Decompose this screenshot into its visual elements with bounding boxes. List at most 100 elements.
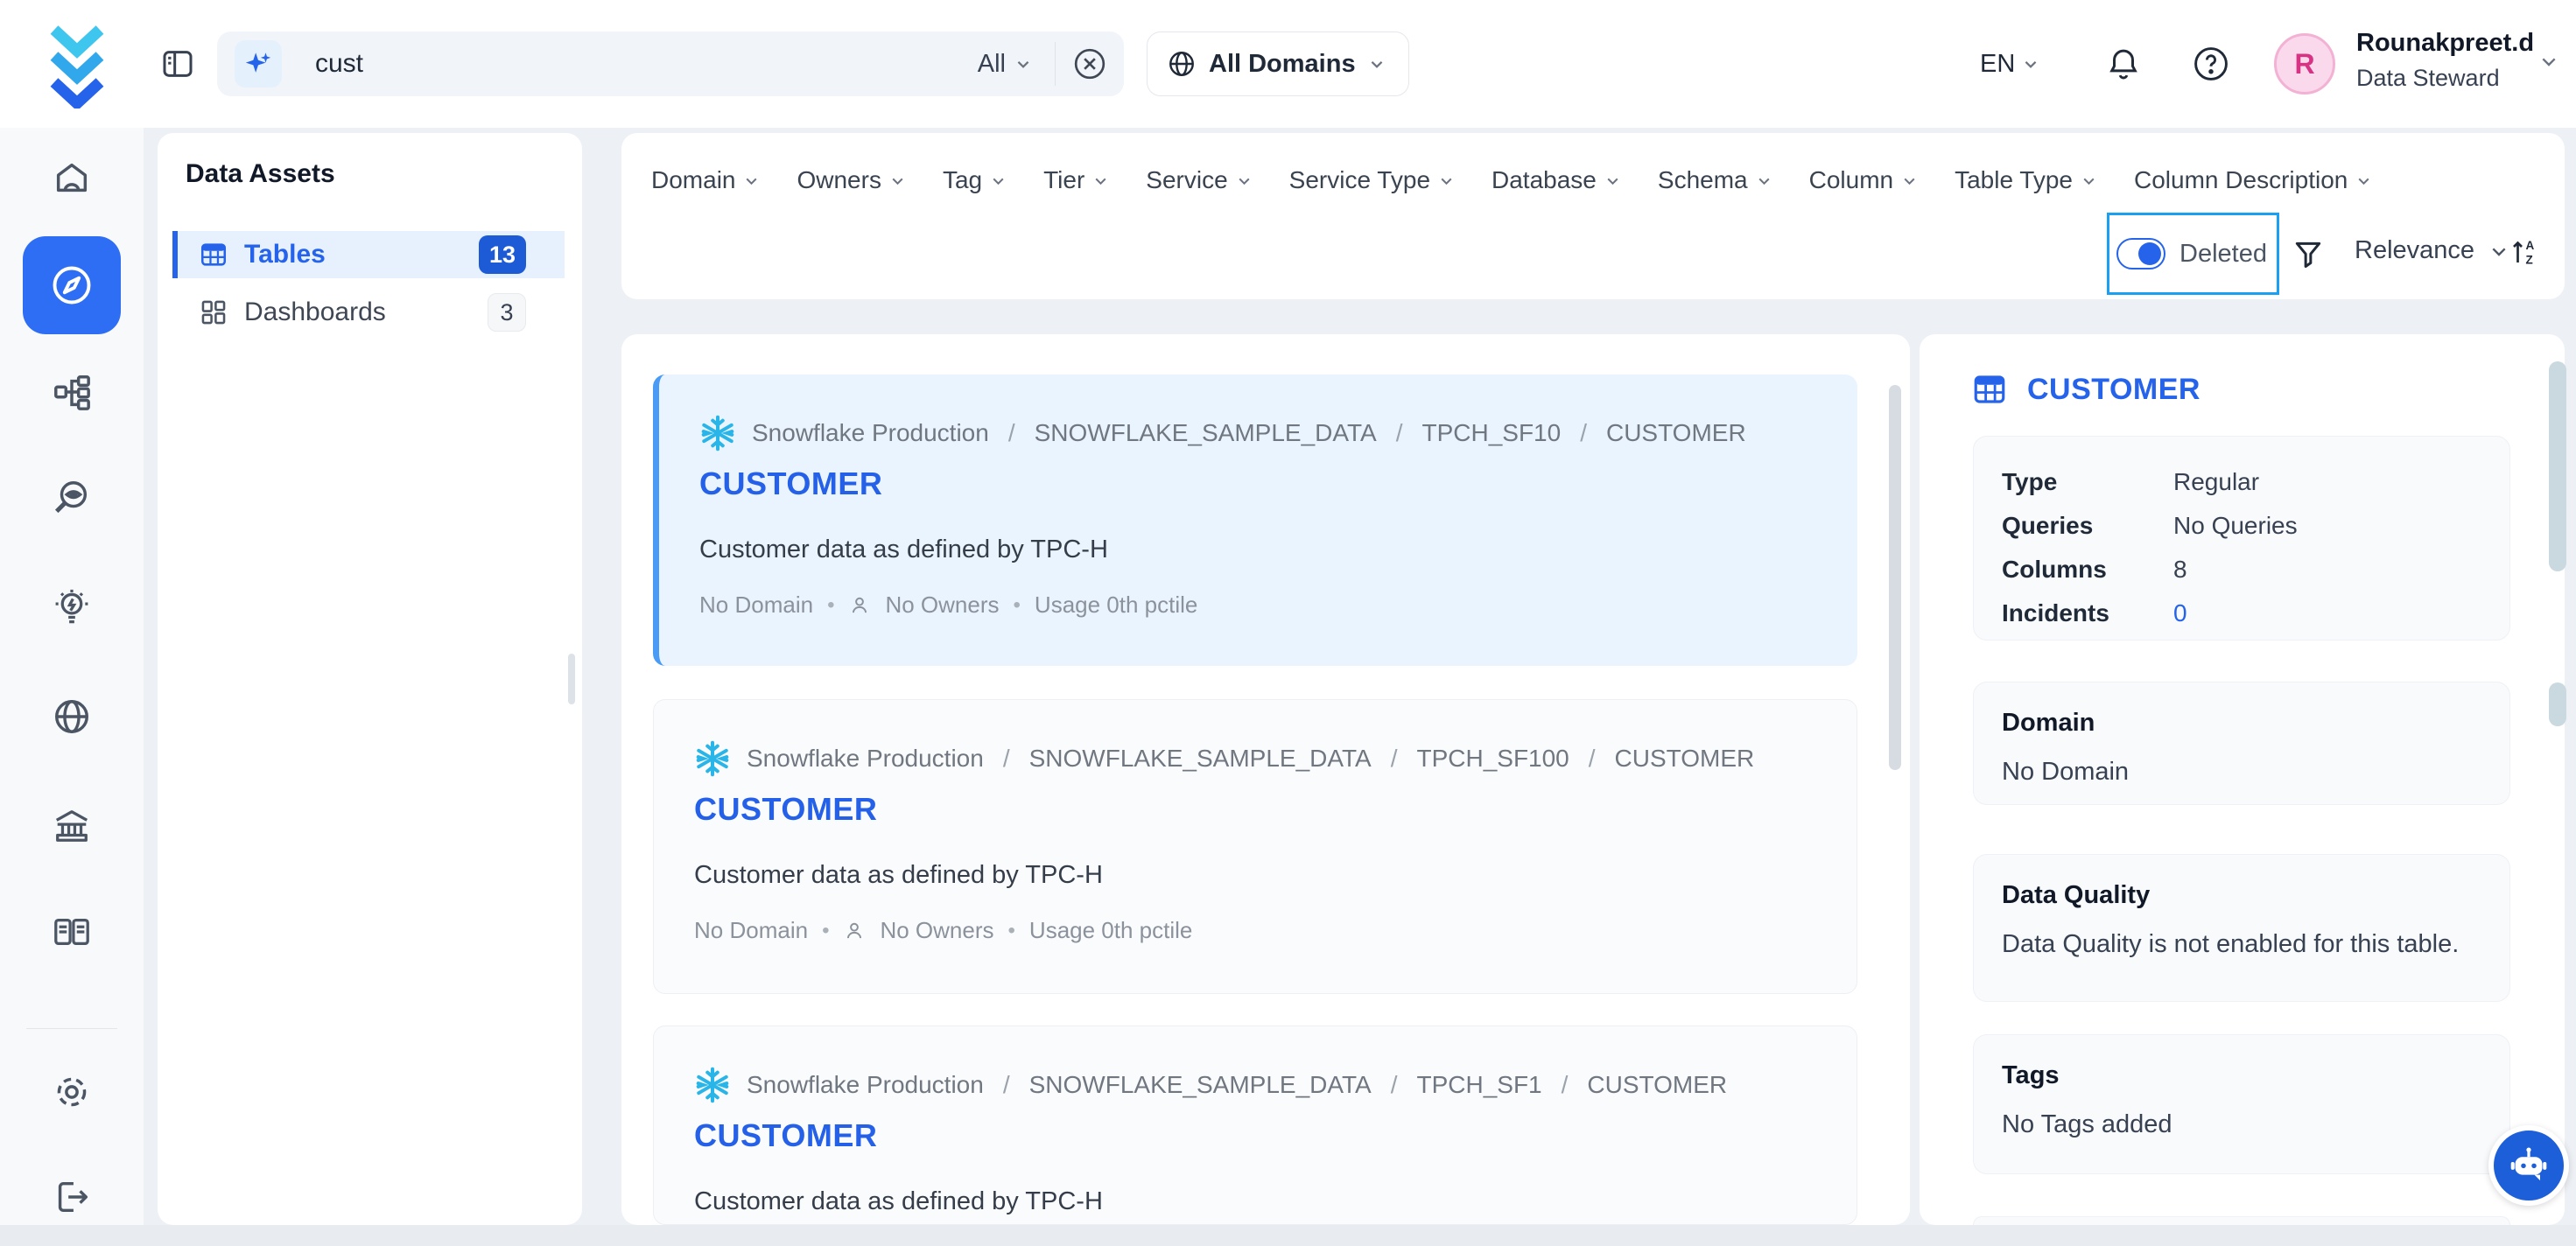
- search-clear-icon[interactable]: [1056, 46, 1124, 81]
- asset-type-dashboards[interactable]: Dashboards 3: [172, 289, 565, 336]
- assets-panel-scrollbar[interactable]: [568, 654, 575, 704]
- filter-table-type[interactable]: Table Type: [1955, 166, 2097, 194]
- result-card-customer-tpch-sf100[interactable]: Snowflake Production / SNOWFLAKE_SAMPLE_…: [653, 699, 1857, 994]
- table-icon: [1971, 371, 2008, 408]
- nav-observability-icon[interactable]: [42, 468, 102, 528]
- crumb-separator: /: [1003, 419, 1021, 447]
- deleted-toggle[interactable]: [2116, 238, 2165, 270]
- page-scrollbar[interactable]: [2549, 361, 2566, 571]
- crumb-database[interactable]: SNOWFLAKE_SAMPLE_DATA: [1035, 419, 1377, 447]
- filter-column-description[interactable]: Column Description: [2134, 166, 2372, 194]
- nav-govern-icon[interactable]: [42, 796, 102, 856]
- overview-label: Queries: [2002, 512, 2173, 540]
- result-title-link[interactable]: CUSTOMER: [699, 466, 882, 502]
- nav-lineage-icon[interactable]: [42, 362, 102, 422]
- crumb-schema[interactable]: TPCH_SF1: [1416, 1071, 1541, 1099]
- incidents-count-link[interactable]: 0: [2173, 599, 2483, 627]
- crumb-service[interactable]: Snowflake Production: [747, 1071, 984, 1099]
- filter-service[interactable]: Service: [1146, 166, 1252, 194]
- svg-text:A: A: [2526, 239, 2535, 252]
- sort-direction-icon[interactable]: A Z: [2509, 236, 2540, 272]
- nav-settings-icon[interactable]: [42, 1062, 102, 1122]
- filter-column[interactable]: Column: [1809, 166, 1918, 194]
- search-input[interactable]: [315, 49, 978, 79]
- notifications-bell-icon[interactable]: [2105, 0, 2142, 128]
- entity-detail-panel: CUSTOMER Type Regular Queries No Queries…: [1920, 334, 2565, 1225]
- crumb-table[interactable]: CUSTOMER: [1606, 419, 1746, 447]
- crumb-database[interactable]: SNOWFLAKE_SAMPLE_DATA: [1029, 1071, 1372, 1099]
- chat-bot-button[interactable]: [2488, 1125, 2569, 1206]
- ai-sparkle-icon[interactable]: [235, 40, 282, 88]
- result-title-link[interactable]: CUSTOMER: [694, 1117, 877, 1154]
- person-icon: [848, 594, 871, 617]
- dot-separator: •: [1008, 919, 1015, 943]
- chevron-down-icon: [990, 172, 1007, 189]
- crumb-separator: /: [1391, 419, 1408, 447]
- nav-logout-icon[interactable]: [42, 1167, 102, 1227]
- help-icon[interactable]: [2192, 0, 2230, 128]
- avatar-initial: R: [2294, 48, 2314, 80]
- chevron-down-icon: [2081, 172, 2097, 189]
- asset-type-tables[interactable]: Tables 13: [172, 231, 565, 278]
- search-scope-label: All: [978, 50, 1006, 79]
- detail-header: CUSTOMER: [1971, 371, 2200, 408]
- results-scrollbar[interactable]: [1889, 385, 1901, 770]
- result-meta: No Domain • No Owners • Usage 0th pctile: [694, 917, 1192, 944]
- nav-insights-icon[interactable]: [42, 578, 102, 637]
- overview-label: Columns: [2002, 556, 2173, 584]
- user-menu-chevron-down-icon[interactable]: [2538, 51, 2559, 76]
- crumb-database[interactable]: SNOWFLAKE_SAMPLE_DATA: [1029, 745, 1372, 773]
- chevron-down-icon: [1014, 55, 1032, 73]
- app-window: All All Domains EN: [0, 0, 2576, 1246]
- filter-schema[interactable]: Schema: [1658, 166, 1772, 194]
- rail-divider: [26, 1028, 117, 1029]
- filter-funnel-icon[interactable]: [2292, 238, 2325, 276]
- nav-domains-icon[interactable]: [42, 687, 102, 746]
- meta-domain: No Domain: [694, 917, 808, 944]
- crumb-service[interactable]: Snowflake Production: [747, 745, 984, 773]
- chevron-down-icon: [2355, 172, 2372, 189]
- overview-value: 8: [2173, 556, 2483, 584]
- domains-label: All Domains: [1209, 50, 1356, 79]
- result-description: Customer data as defined by TPC-H: [699, 536, 1108, 564]
- filter-database[interactable]: Database: [1492, 166, 1621, 194]
- crumb-service[interactable]: Snowflake Production: [752, 419, 989, 447]
- filter-service-type[interactable]: Service Type: [1289, 166, 1455, 194]
- result-card-customer-tpch-sf1[interactable]: Snowflake Production / SNOWFLAKE_SAMPLE_…: [653, 1026, 1857, 1225]
- result-card-customer-tpch-sf10[interactable]: Snowflake Production / SNOWFLAKE_SAMPLE_…: [653, 374, 1857, 666]
- language-dropdown[interactable]: EN: [1980, 0, 2039, 128]
- filter-tag[interactable]: Tag: [943, 166, 1007, 194]
- filter-domain[interactable]: Domain: [651, 166, 760, 194]
- result-meta: No Domain • No Owners • Usage 0th pctile: [699, 592, 1197, 619]
- crumb-separator: /: [1583, 745, 1601, 773]
- filter-owners[interactable]: Owners: [797, 166, 905, 194]
- dashboard-icon: [199, 298, 228, 327]
- chevron-down-icon: [2022, 55, 2039, 73]
- crumb-separator: /: [1575, 419, 1592, 447]
- crumb-separator: /: [998, 745, 1015, 773]
- crumb-schema[interactable]: TPCH_SF100: [1416, 745, 1569, 773]
- search-scope-dropdown[interactable]: All: [978, 50, 1055, 79]
- user-avatar[interactable]: R: [2274, 33, 2335, 94]
- nav-glossary-icon[interactable]: [42, 902, 102, 962]
- filter-tier[interactable]: Tier: [1043, 166, 1109, 194]
- breadcrumb: Snowflake Production / SNOWFLAKE_SAMPLE_…: [698, 413, 1746, 453]
- detail-entity-title[interactable]: CUSTOMER: [2027, 373, 2200, 407]
- breadcrumb: Snowflake Production / SNOWFLAKE_SAMPLE_…: [692, 738, 1754, 779]
- crumb-schema[interactable]: TPCH_SF10: [1421, 419, 1561, 447]
- detail-scrollbar[interactable]: [2549, 682, 2566, 726]
- sidebar-collapse-icon[interactable]: [158, 44, 198, 84]
- app-logo-icon[interactable]: [39, 18, 116, 108]
- crumb-table[interactable]: CUSTOMER: [1615, 745, 1755, 773]
- sort-dropdown[interactable]: Relevance: [2355, 236, 2509, 265]
- crumb-table[interactable]: CUSTOMER: [1587, 1071, 1727, 1099]
- result-title-link[interactable]: CUSTOMER: [694, 791, 877, 828]
- snowflake-icon: [692, 1065, 733, 1105]
- user-menu[interactable]: Rounakpreet.d Data Steward: [2356, 24, 2534, 94]
- section-title: Tags: [2002, 1061, 2060, 1090]
- nav-home-icon[interactable]: [42, 148, 102, 207]
- domains-dropdown[interactable]: All Domains: [1147, 32, 1409, 96]
- top-header: All All Domains EN: [0, 0, 2576, 128]
- nav-explore-icon[interactable]: [23, 236, 121, 334]
- overview-rows: Type Regular Queries No Queries Columns …: [2002, 468, 2483, 627]
